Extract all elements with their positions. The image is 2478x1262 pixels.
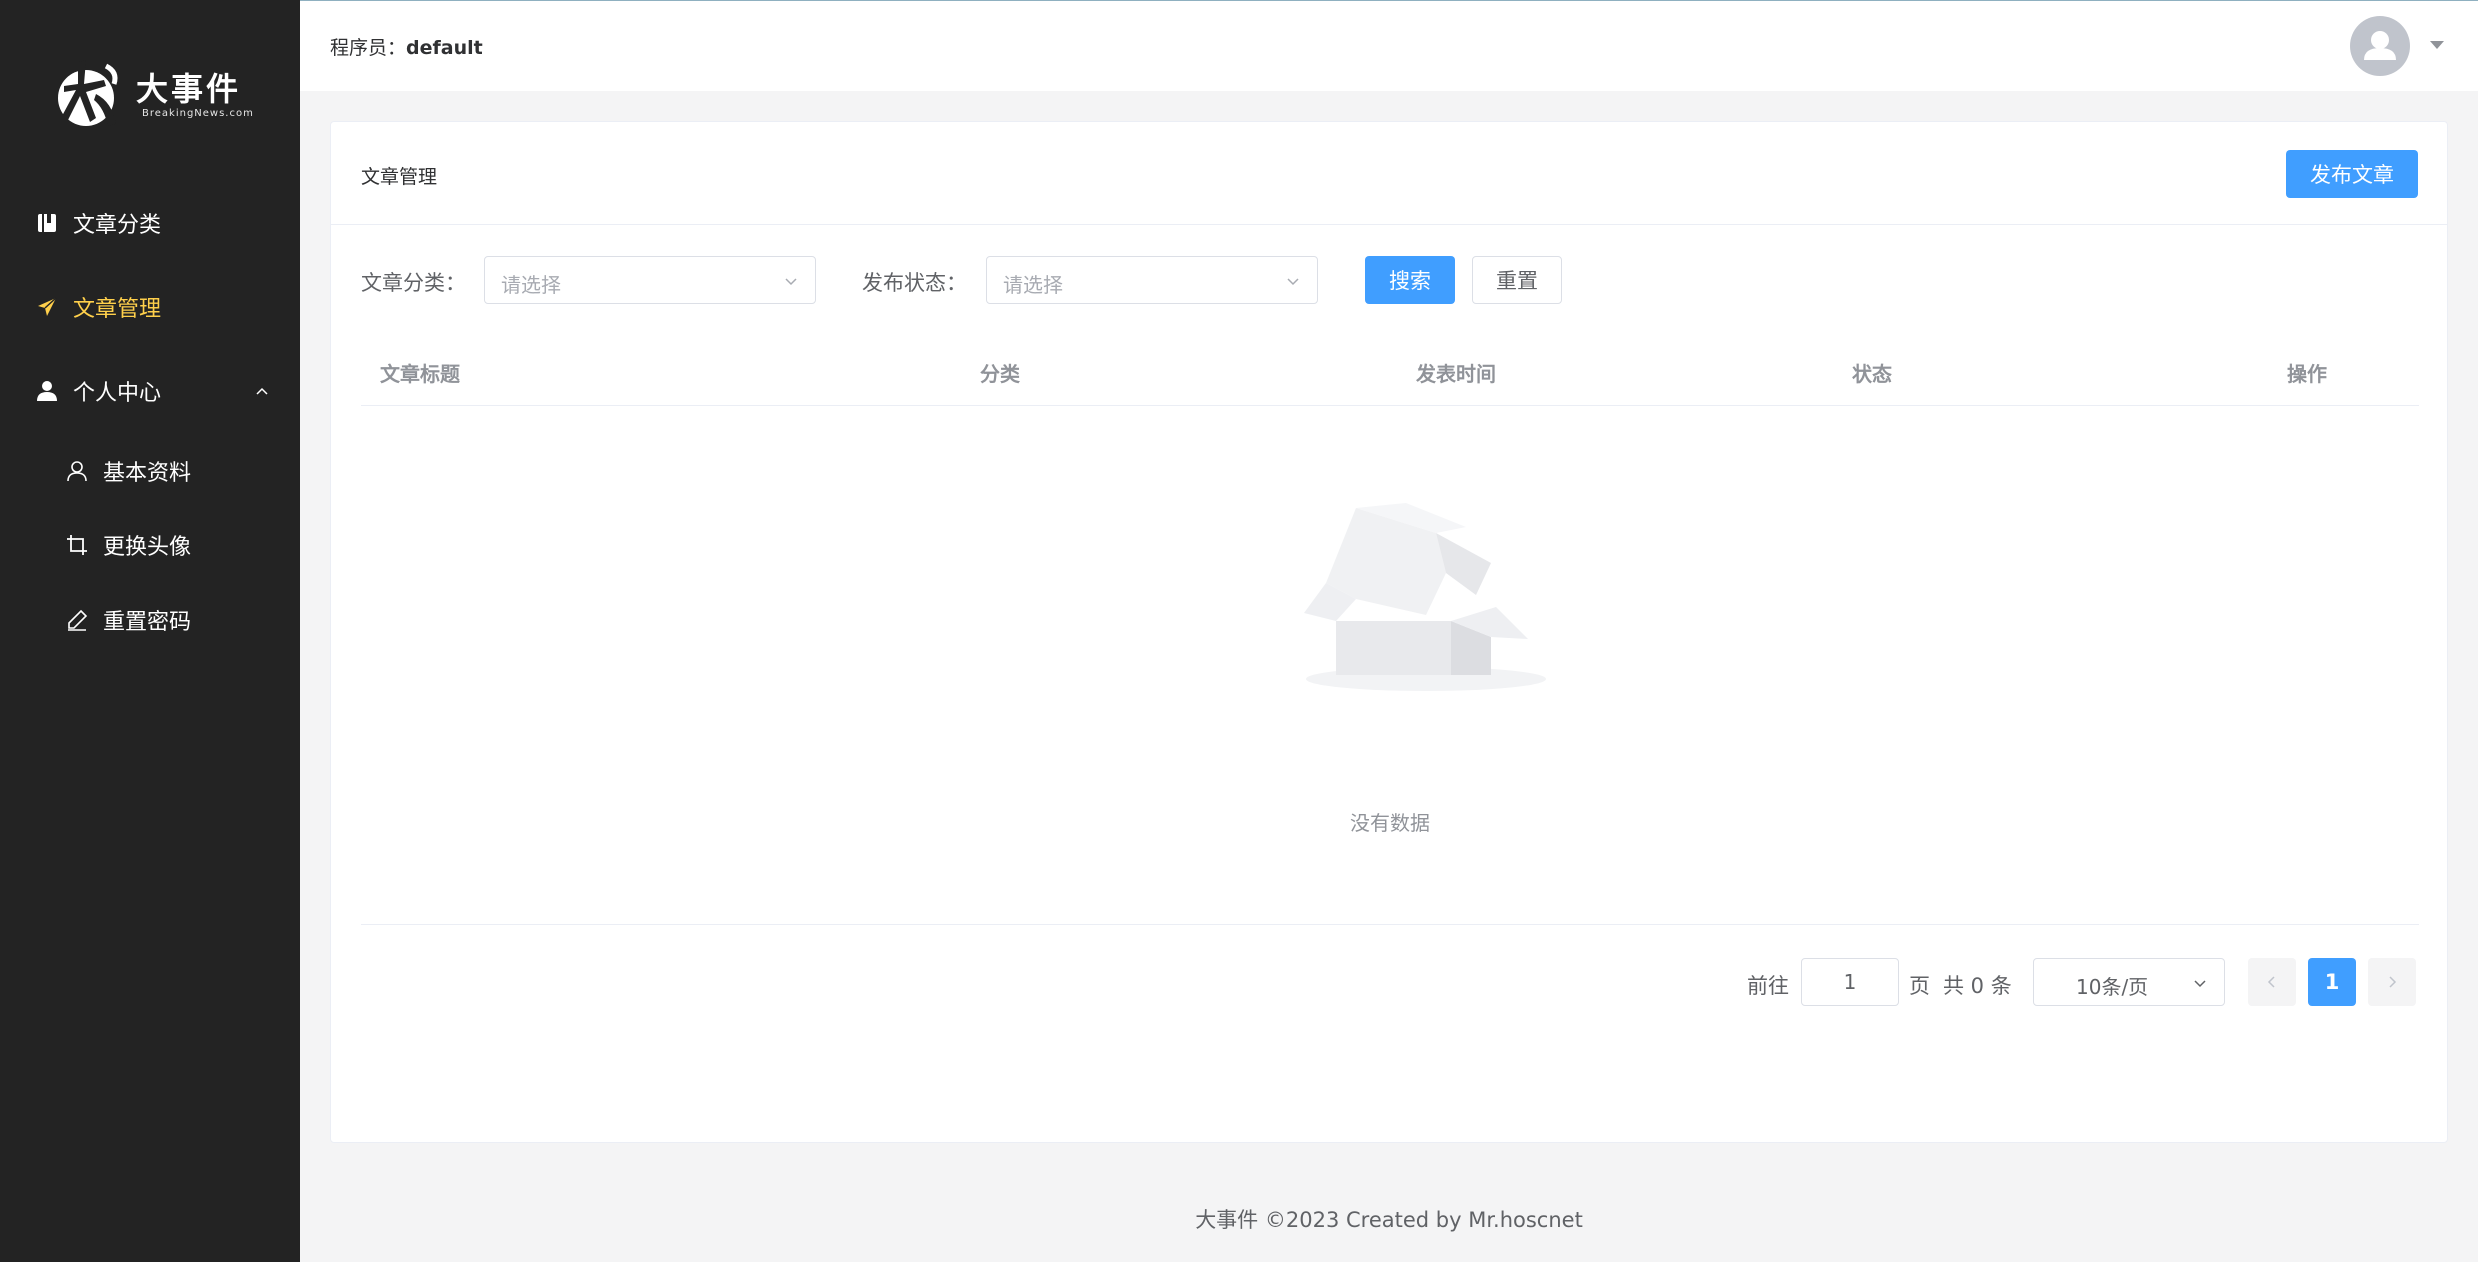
pagination-goto-prefix: 前往 (1747, 974, 1789, 998)
chevron-down-icon (785, 278, 797, 286)
chevron-down-icon (1287, 278, 1299, 286)
pagination-total: 共 0 条 (1943, 974, 2012, 998)
submenu-item-label: 重置密码 (103, 610, 192, 635)
crop-icon (67, 535, 87, 555)
top-header: 程序员：default (300, 0, 2478, 91)
category-filter-label: 文章分类： (361, 271, 466, 295)
column-header-publish-time: 发表时间 (1416, 362, 1496, 386)
caret-down-icon[interactable] (2430, 41, 2444, 49)
card-title: 文章管理 (361, 166, 438, 188)
footer: 大事件 ©2023 Created by Mr.hoscnet (1195, 1208, 1583, 1232)
submenu-item-label: 基本资料 (103, 461, 192, 486)
chevron-down-icon (2194, 980, 2206, 988)
user-prefix: 程序员： (330, 37, 407, 59)
status-select[interactable]: 请选择 (986, 256, 1318, 304)
empty-box-icon (1304, 503, 1546, 691)
current-user: 程序员：default (330, 33, 483, 60)
submenu-item-change-avatar[interactable]: 更换头像 (0, 508, 300, 582)
menu-item-label: 个人中心 (73, 381, 162, 406)
send-icon (38, 297, 57, 316)
reset-button[interactable]: 重置 (1472, 256, 1562, 304)
page-size-select[interactable]: 10条/页 (2033, 958, 2225, 1006)
logo-subtitle: BreakingNews.com (142, 108, 254, 119)
logo: 大事件 BreakingNews.com (56, 50, 253, 132)
column-header-category: 分类 (980, 362, 1020, 386)
menu-item-label: 文章管理 (73, 297, 162, 322)
table-empty-state: 没有数据 (361, 407, 2419, 925)
sidebar: 大事件 BreakingNews.com 文章分类 文章管理 个人中心 基本资料… (0, 0, 300, 1262)
logo-name: 大事件 (136, 70, 242, 108)
menu-item-label: 文章分类 (73, 213, 162, 238)
card-header: 文章管理 发布文章 (331, 122, 2447, 225)
search-button[interactable]: 搜索 (1365, 256, 1455, 304)
chevron-up-icon (256, 387, 268, 395)
column-header-actions: 操作 (2287, 362, 2327, 386)
chevron-left-icon (2267, 976, 2275, 988)
page-size-value: 10条/页 (2076, 975, 2149, 999)
next-page-button[interactable] (2368, 958, 2416, 1006)
page-number-button[interactable]: 1 (2308, 958, 2356, 1006)
empty-text: 没有数据 (1350, 811, 1430, 835)
default-avatar-icon (2364, 31, 2396, 60)
pagination-goto-suffix: 页 (1909, 974, 1930, 998)
user-outline-icon (67, 461, 87, 482)
user-name: default (406, 37, 483, 59)
column-header-title: 文章标题 (380, 362, 460, 386)
article-manage-card: 文章管理 发布文章 文章分类： 请选择 发布状态： 请选择 搜索 重置 文章标题… (330, 121, 2448, 1143)
submenu-item-label: 更换头像 (103, 535, 192, 560)
prev-page-button[interactable] (2248, 958, 2296, 1006)
column-header-status: 状态 (1852, 362, 1892, 386)
chevron-right-icon (2389, 976, 2397, 988)
publish-article-button[interactable]: 发布文章 (2286, 150, 2418, 198)
category-select-placeholder: 请选择 (501, 273, 561, 297)
pagination-goto-input[interactable] (1801, 958, 1899, 1006)
edit-pen-icon (68, 609, 88, 631)
submenu-item-reset-password[interactable]: 重置密码 (0, 583, 300, 657)
book-icon (38, 214, 56, 232)
user-icon (37, 381, 57, 401)
table-header: 文章标题 分类 发表时间 状态 操作 (361, 336, 2419, 406)
avatar[interactable] (2350, 16, 2410, 76)
logo-mark-icon (58, 60, 118, 126)
menu-item-personal-center[interactable]: 个人中心 (0, 349, 300, 433)
status-select-placeholder: 请选择 (1003, 273, 1063, 297)
submenu-item-basic-profile[interactable]: 基本资料 (0, 434, 300, 508)
status-filter-label: 发布状态： (862, 271, 967, 295)
menu-item-article-category[interactable]: 文章分类 (0, 181, 300, 265)
category-select[interactable]: 请选择 (484, 256, 816, 304)
menu-item-article-manage[interactable]: 文章管理 (0, 265, 300, 349)
